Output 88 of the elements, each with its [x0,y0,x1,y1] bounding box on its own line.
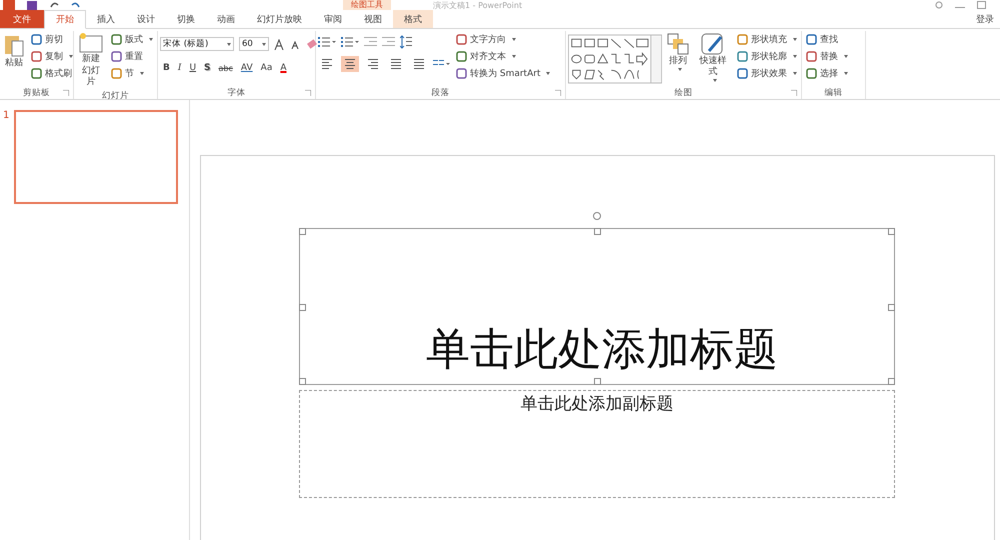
context-group-label: 绘图工具 [343,0,391,10]
launcher-icon[interactable] [555,90,561,96]
format-button[interactable]: U [186,63,200,73]
paste-button[interactable]: 粘贴 [2,31,26,71]
tool-icon [806,34,817,44]
format-button[interactable]: Aa [258,63,276,73]
group-label: 剪贴板 [23,87,50,99]
tool-icon [111,68,122,78]
ribbon-button[interactable]: 形状填充 [735,31,799,47]
ribbon-tab[interactable]: 开始 [44,10,86,29]
launcher-icon[interactable] [791,90,797,96]
group-label: 编辑 [824,87,842,99]
slide-number: 1 [3,110,10,123]
ribbon-tab[interactable]: 切换 [166,10,206,28]
title-placeholder[interactable]: 单击此处添加标题 [299,228,895,385]
ribbon-tab[interactable]: 审阅 [313,10,353,28]
slide-thumbnail[interactable] [14,110,178,204]
launcher-icon[interactable] [63,90,69,96]
tool-icon [456,68,467,78]
ribbon-button[interactable]: 重置 [109,48,155,64]
tool-icon [111,50,122,62]
clipboard-icon [4,33,24,57]
ribbon-button[interactable]: 查找 [804,31,850,47]
ribbon-button[interactable]: 剪切 [29,31,75,47]
tool-icon [31,34,42,44]
arrange-icon [667,33,690,55]
ribbon-button[interactable]: 版式 [109,31,155,47]
format-button[interactable]: I [174,63,184,73]
shrink-font-icon[interactable] [291,40,301,48]
tool-icon [737,50,748,62]
subtitle-placeholder[interactable]: 单击此处添加副标题 [299,390,895,498]
redo-icon[interactable] [71,1,81,9]
help-icon[interactable] [935,1,943,9]
ribbon-tab[interactable]: 幻灯片放映 [246,10,313,28]
tool-icon [806,50,817,62]
undo-icon[interactable] [49,1,59,9]
app-logo-icon [3,0,15,10]
ribbon-tab[interactable]: 动画 [206,10,246,28]
format-button[interactable]: B [160,63,173,73]
maximize-icon[interactable] [977,1,986,9]
new-slide-button[interactable]: 新建 幻灯片 [76,31,106,90]
tool-icon [737,68,748,78]
ribbon-tab[interactable]: 格式 [393,10,433,28]
sign-in-link[interactable]: 登录 [970,10,1000,28]
tool-icon [737,34,748,44]
rotate-handle-icon[interactable] [592,211,602,221]
window-title: 演示文稿1 - PowerPoint [433,0,522,10]
ribbon-button[interactable]: 格式刷 [29,65,75,81]
file-tab[interactable]: 文件 [0,10,44,28]
ribbon-button[interactable]: 形状轮廓 [735,48,799,64]
ribbon-tab[interactable]: 插入 [86,10,126,28]
group-label: 幻灯片 [102,90,129,102]
tool-icon [31,68,42,78]
quick-styles-button[interactable]: 快速样式 [694,31,732,84]
align-button[interactable] [341,56,359,72]
format-button[interactable]: AV [238,63,256,73]
group-label: 绘图 [674,87,692,99]
ribbon-button[interactable]: 节 [109,65,155,81]
format-button[interactable]: abc [216,64,236,72]
ribbon-button[interactable]: 复制 [29,48,75,64]
ribbon-button[interactable]: 对齐文本 [454,48,552,64]
font-name-field[interactable]: 宋体 (标题) [160,37,234,51]
ribbon-button[interactable]: 替换 [804,48,850,64]
tool-icon [456,50,467,62]
launcher-icon[interactable] [305,90,311,96]
slide-icon [79,33,103,53]
tool-icon [806,68,817,78]
tool-icon [31,50,42,62]
font-size-field[interactable]: 60 [239,37,269,51]
bullets-icon[interactable] [318,36,336,48]
tool-icon [111,34,122,44]
tool-icon [456,34,467,44]
ribbon-tab[interactable]: 视图 [353,10,393,28]
save-icon[interactable] [27,0,37,10]
format-button[interactable]: S [201,63,214,73]
group-label: 段落 [432,87,450,99]
ribbon-button[interactable]: 选择 [804,65,850,81]
group-label: 字体 [228,87,246,99]
format-button[interactable]: A [277,63,290,73]
ribbon-button[interactable]: 转换为 SmartArt [454,65,552,81]
arrange-button[interactable]: 排列 [665,31,692,73]
ribbon-button[interactable]: 文字方向 [454,31,552,47]
ribbon-button[interactable]: 形状效果 [735,65,799,81]
shapes-gallery-drawing[interactable] [568,33,662,85]
ribbon-tab[interactable]: 设计 [126,10,166,28]
quick-styles-icon [701,33,726,55]
numbering-icon[interactable] [341,36,359,48]
grow-font-icon[interactable] [274,38,286,50]
